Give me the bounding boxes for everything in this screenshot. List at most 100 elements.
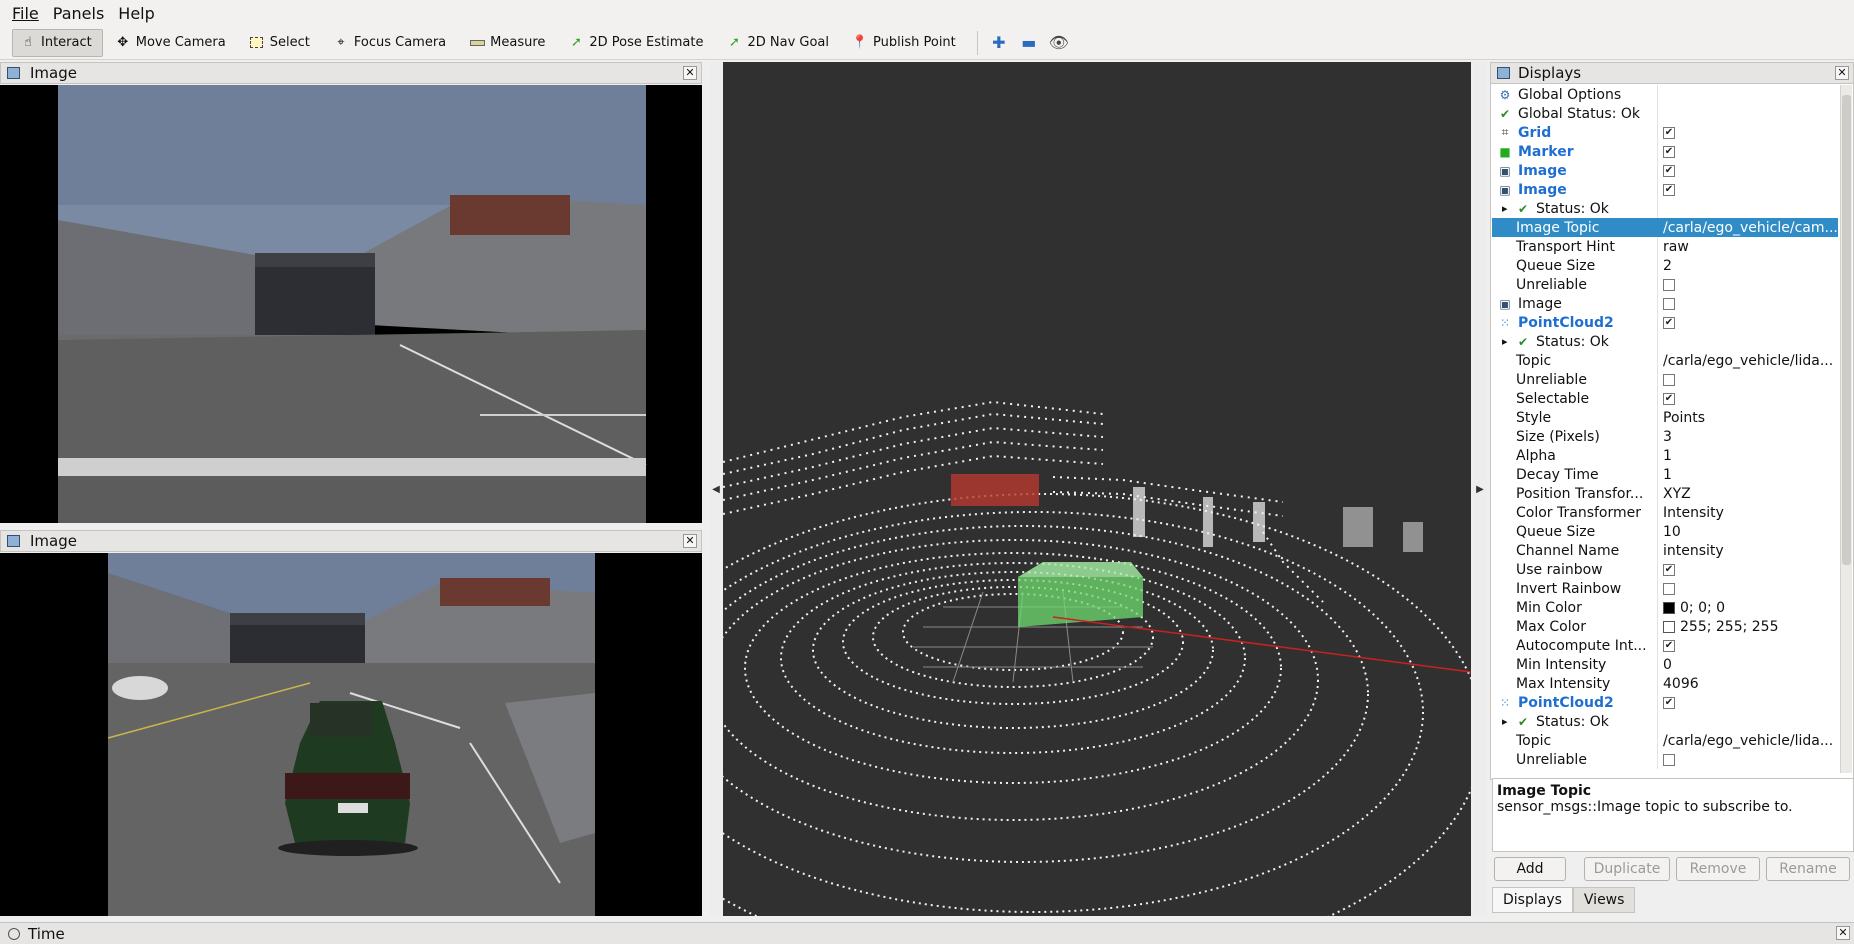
display-row-value-cell[interactable]: /carla/ego_vehicle/lida... [1659,731,1838,750]
display-row-value-cell[interactable]: Points [1659,408,1838,427]
expand-arrow-icon[interactable]: ▸ [1502,715,1508,728]
color-swatch[interactable] [1663,601,1675,614]
color-swatch[interactable] [1663,620,1675,633]
display-row[interactable]: Transport Hint raw [1492,237,1838,256]
display-row-value-cell[interactable]: ✔ [1659,313,1838,332]
display-row-value-cell[interactable]: ✔ [1659,142,1838,161]
display-row-value-cell[interactable]: 3 [1659,427,1838,446]
display-row[interactable]: Unreliable [1492,275,1838,294]
display-row[interactable]: Channel Name intensity [1492,541,1838,560]
display-row[interactable]: Color Transformer Intensity [1492,503,1838,522]
focus-camera-tool-button[interactable]: ⌖ Focus Camera [325,29,457,57]
display-row-value-cell[interactable]: intensity [1659,541,1838,560]
display-row-value-cell[interactable] [1659,712,1838,731]
display-row[interactable]: ▸ ✔ Status: Ok [1492,199,1838,218]
display-row[interactable]: ⁙ PointCloud2 ✔ [1492,313,1838,332]
right-splitter-handle[interactable]: ▶ [1473,62,1487,916]
display-row[interactable]: ⚙ Global Options [1492,85,1838,104]
display-row-value-cell[interactable]: 1 [1659,465,1838,484]
expand-arrow-icon[interactable]: ▸ [1502,202,1508,215]
display-row-value-cell[interactable]: ✔ [1659,636,1838,655]
display-row-value-cell[interactable]: 255; 255; 255 [1659,617,1838,636]
display-row-value-cell[interactable] [1659,579,1838,598]
checkbox[interactable]: ✔ [1663,164,1675,177]
rename-button[interactable]: Rename [1766,857,1850,881]
display-row-value-cell[interactable]: 0 [1659,655,1838,674]
display-row[interactable]: ■ Marker ✔ [1492,142,1838,161]
display-row-value-cell[interactable]: ✔ [1659,389,1838,408]
measure-tool-button[interactable]: Measure [461,29,556,57]
display-row[interactable]: Position Transfor... XYZ [1492,484,1838,503]
display-row-value-cell[interactable]: ✔ [1659,693,1838,712]
display-row-value-cell[interactable]: 0; 0; 0 [1659,598,1838,617]
display-row[interactable]: ⁙ PointCloud2 ✔ [1492,693,1838,712]
checkbox[interactable]: ✔ [1663,316,1675,329]
display-row-value-cell[interactable]: /carla/ego_vehicle/cam... [1659,218,1838,237]
display-row[interactable]: Selectable ✔ [1492,389,1838,408]
interact-tool-button[interactable]: ☝ Interact [12,28,103,57]
checkbox[interactable] [1663,373,1675,386]
display-row[interactable]: Unreliable [1492,370,1838,389]
display-row[interactable]: Invert Rainbow [1492,579,1838,598]
checkbox[interactable]: ✔ [1663,183,1675,196]
display-row-value-cell[interactable] [1659,104,1838,123]
menu-file[interactable]: File [12,4,39,23]
display-row[interactable]: ▸ ✔ Status: Ok [1492,712,1838,731]
display-row-value-cell[interactable]: Intensity [1659,503,1838,522]
duplicate-button[interactable]: Duplicate [1584,857,1670,881]
display-row-value-cell[interactable]: raw [1659,237,1838,256]
tab-displays[interactable]: Displays [1492,887,1573,913]
display-row[interactable]: Max Intensity 4096 [1492,674,1838,693]
display-row[interactable]: Unreliable [1492,750,1838,769]
display-row[interactable]: Queue Size 10 [1492,522,1838,541]
close-icon[interactable]: ✕ [1836,926,1850,940]
display-row-value-cell[interactable]: /carla/ego_vehicle/lida... [1659,351,1838,370]
pose-estimate-tool-button[interactable]: ➚ 2D Pose Estimate [560,29,714,57]
checkbox[interactable]: ✔ [1663,145,1675,158]
display-row[interactable]: ✔ Global Status: Ok [1492,104,1838,123]
display-row-value-cell[interactable] [1659,332,1838,351]
display-row-value-cell[interactable]: XYZ [1659,484,1838,503]
display-row[interactable]: Size (Pixels) 3 [1492,427,1838,446]
move-camera-tool-button[interactable]: ✥ Move Camera [107,29,237,57]
tab-views[interactable]: Views [1572,887,1636,913]
displays-tree[interactable]: ⚙ Global Options ✔ Global Status: Ok ⌗ Grid ✔ ■… [1492,85,1838,773]
displays-scrollbar[interactable] [1840,85,1852,773]
menu-help[interactable]: Help [118,4,154,23]
display-row-value-cell[interactable]: ✔ [1659,161,1838,180]
display-row[interactable]: Max Color 255; 255; 255 [1492,617,1838,636]
display-row-value-cell[interactable]: 10 [1659,522,1838,541]
display-row[interactable]: Queue Size 2 [1492,256,1838,275]
nav-goal-tool-button[interactable]: ➚ 2D Nav Goal [718,29,840,57]
checkbox[interactable] [1663,582,1675,595]
checkbox[interactable]: ✔ [1663,696,1675,709]
display-row-value-cell[interactable]: ✔ [1659,180,1838,199]
checkbox[interactable]: ✔ [1663,563,1675,576]
display-row-value-cell[interactable] [1659,199,1838,218]
display-row-value-cell[interactable] [1659,294,1838,313]
left-splitter-handle[interactable]: ◀ [709,62,723,916]
checkbox[interactable]: ✔ [1663,639,1675,652]
scrollbar-thumb[interactable] [1842,95,1851,565]
display-row-value-cell[interactable] [1659,275,1838,294]
display-row[interactable]: Image Topic/carla/ego_vehicle/cam... [1492,218,1838,237]
display-row-value-cell[interactable]: ✔ [1659,560,1838,579]
display-row-value-cell[interactable] [1659,750,1838,769]
checkbox[interactable]: ✔ [1663,392,1675,405]
display-row[interactable]: ▸ ✔ Status: Ok [1492,332,1838,351]
display-row[interactable]: Decay Time 1 [1492,465,1838,484]
checkbox[interactable] [1663,278,1675,291]
close-icon[interactable]: ✕ [683,66,697,80]
display-row-value-cell[interactable]: ✔ [1659,123,1838,142]
display-row[interactable]: Autocompute Int... ✔ [1492,636,1838,655]
remove-tool-icon[interactable]: ▬ [1014,29,1044,57]
menu-panels[interactable]: Panels [53,4,105,23]
display-row-value-cell[interactable]: 2 [1659,256,1838,275]
display-row-value-cell[interactable]: 4096 [1659,674,1838,693]
display-row[interactable]: Min Intensity 0 [1492,655,1838,674]
display-row-value-cell[interactable] [1659,370,1838,389]
display-row[interactable]: ▣ Image ✔ [1492,180,1838,199]
publish-point-tool-button[interactable]: 📍 Publish Point [844,29,967,57]
add-button[interactable]: Add [1494,857,1566,881]
select-tool-button[interactable]: Select [241,29,321,57]
